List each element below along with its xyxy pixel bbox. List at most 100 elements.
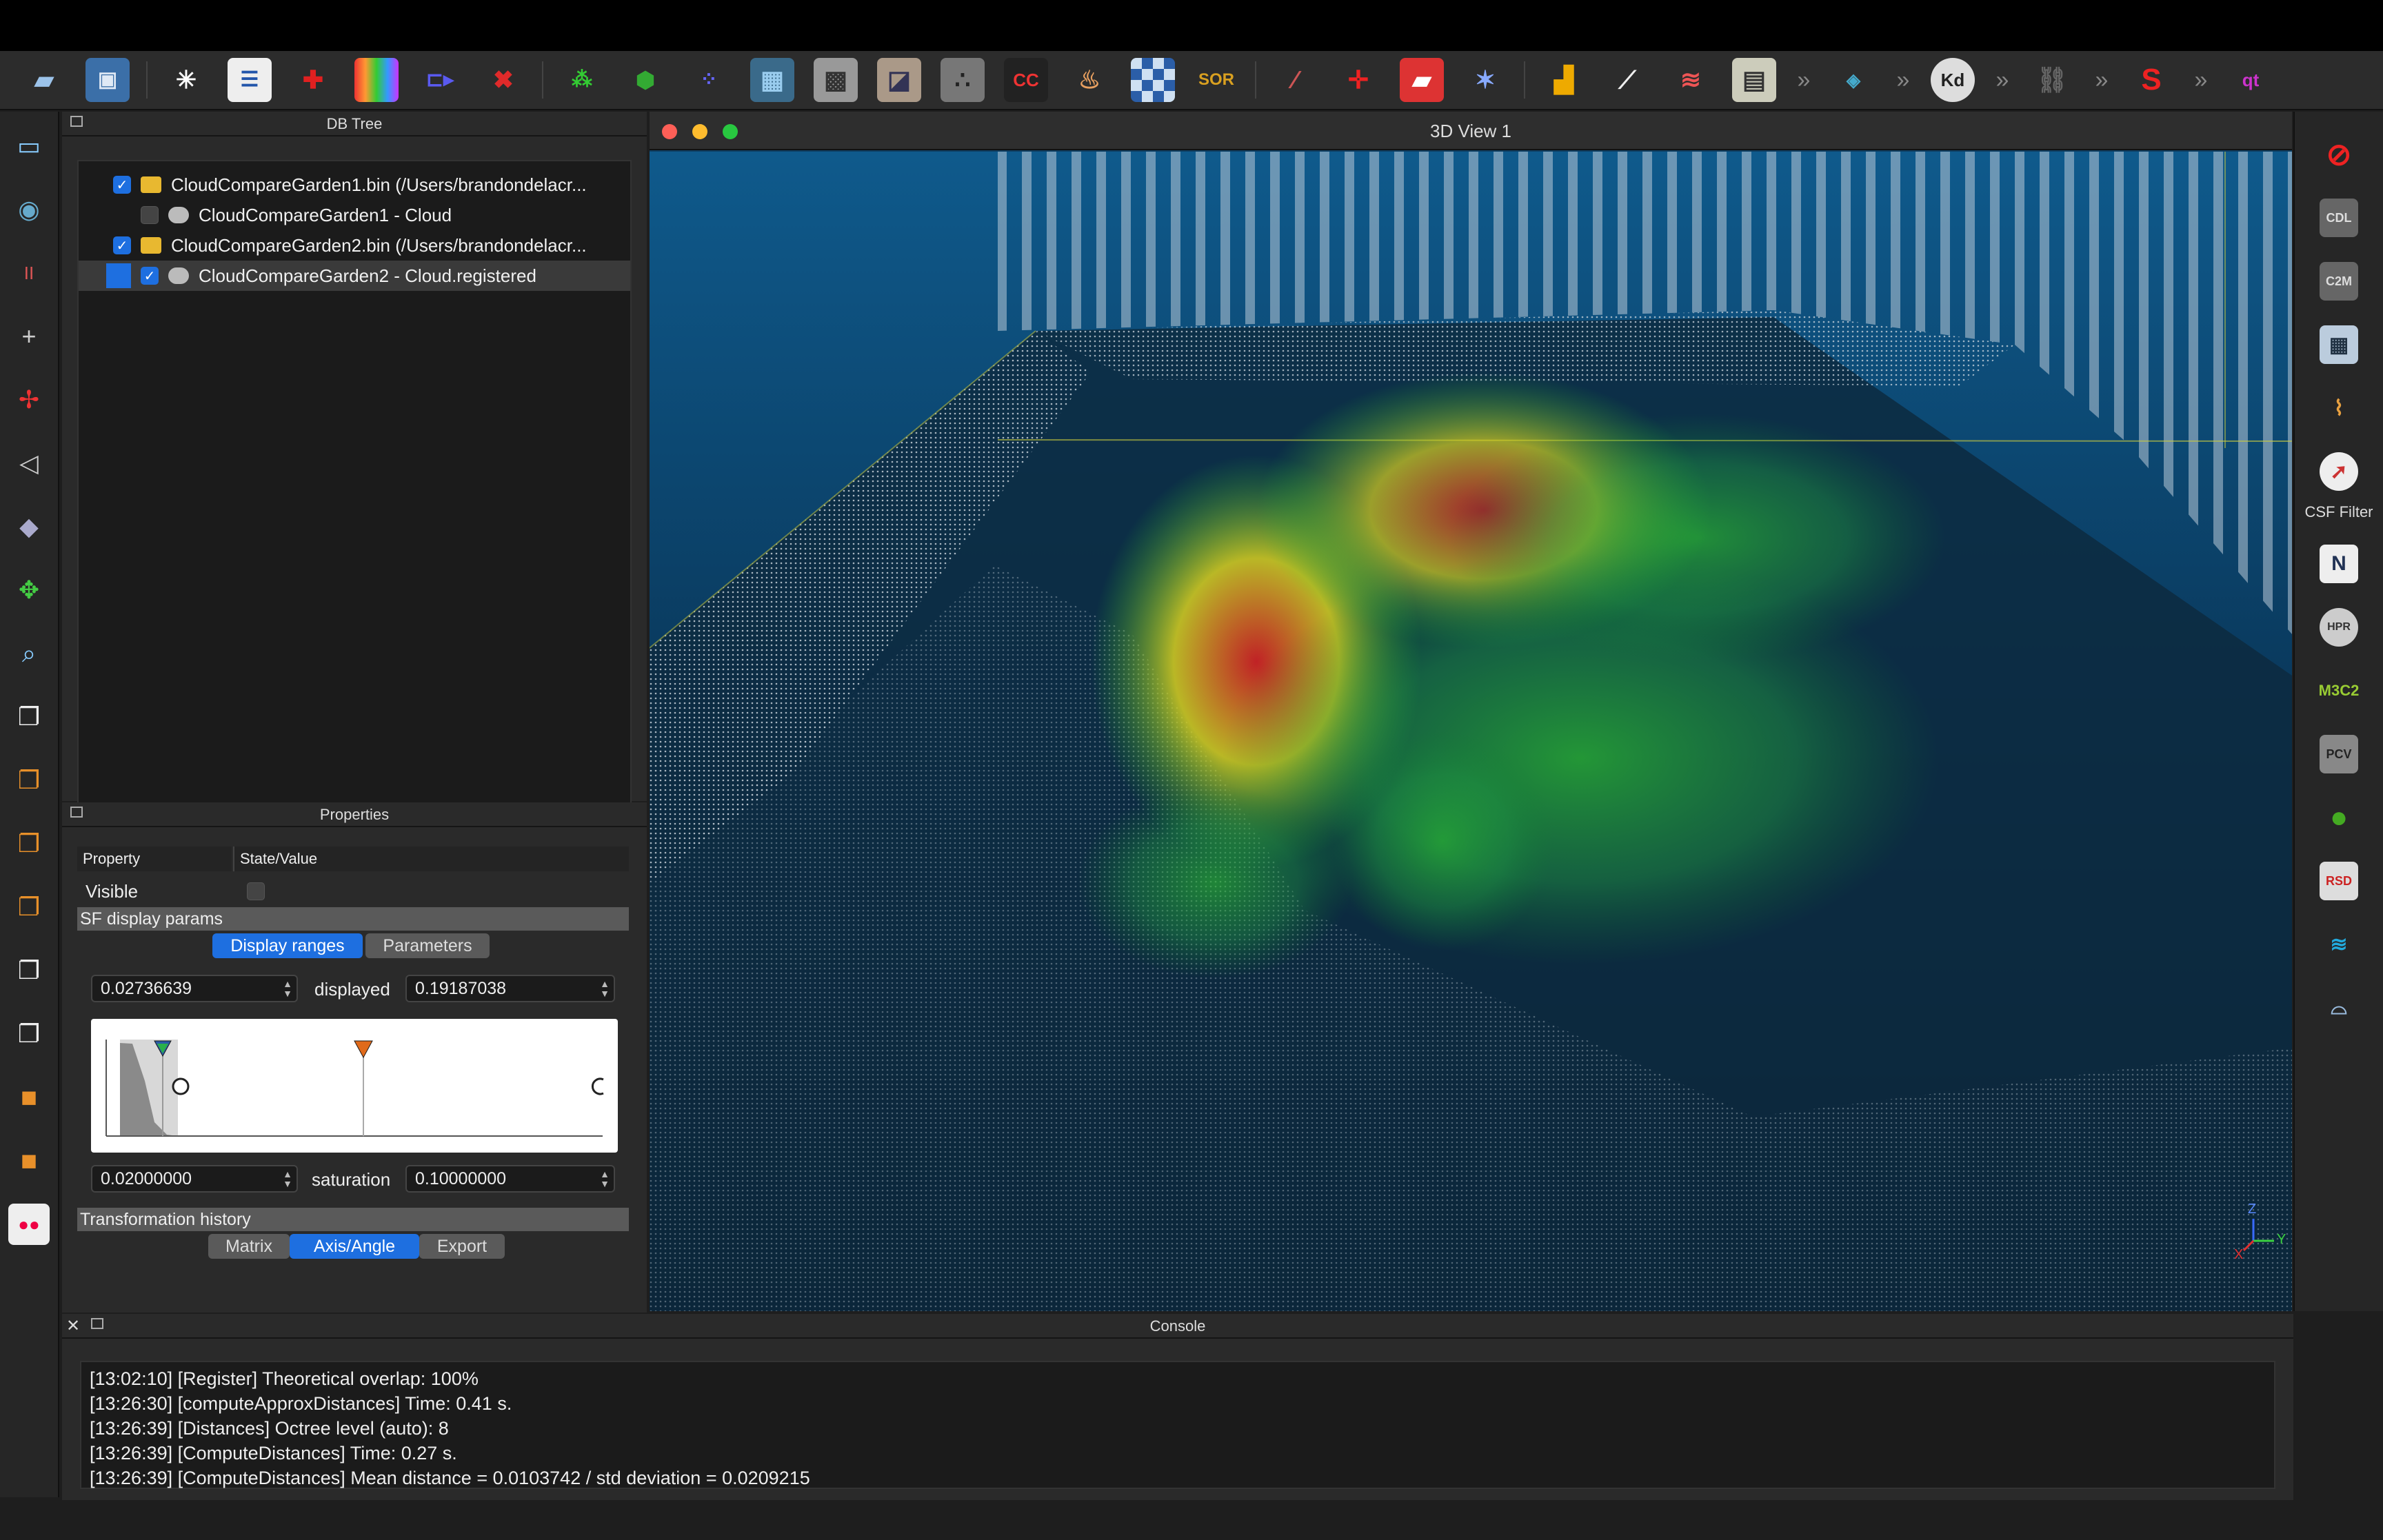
merge-icon[interactable]: ⁂	[560, 58, 604, 102]
point-size-icon[interactable]: II	[8, 252, 50, 294]
view-top-icon[interactable]: ❐	[8, 696, 50, 738]
cross-icon[interactable]: +	[8, 316, 50, 357]
star-icon[interactable]: ✶	[1463, 58, 1507, 102]
tree-item-garden2-cloud-registered[interactable]: ✓ CloudCompareGarden2 - Cloud.registered	[79, 261, 630, 291]
kd-icon[interactable]: Kd	[1931, 58, 1975, 102]
c2m-icon[interactable]: C2M	[2320, 262, 2358, 301]
float-icon[interactable]	[70, 807, 83, 818]
texture-icon[interactable]: ◪	[877, 58, 921, 102]
stop-icon[interactable]: ⊘	[2320, 135, 2358, 174]
compass-icon[interactable]: ➚	[2320, 452, 2358, 491]
checker-icon[interactable]	[1131, 58, 1175, 102]
tab-parameters[interactable]: Parameters	[365, 933, 490, 958]
tree-item-garden1-cloud[interactable]: CloudCompareGarden1 - Cloud	[79, 200, 630, 230]
camera-icon[interactable]: ◉	[8, 189, 50, 230]
cc-icon[interactable]: CC	[1004, 58, 1048, 102]
pcv-icon[interactable]: PCV	[2320, 735, 2358, 773]
saturation-min-input[interactable]: 0.02000000 ▲ ▼	[91, 1165, 298, 1193]
view-bottom-icon[interactable]: ❐	[8, 760, 50, 801]
saturation-max-input[interactable]: 0.10000000 ▲ ▼	[405, 1165, 615, 1193]
maximize-window-icon[interactable]	[723, 124, 738, 139]
delete-icon[interactable]: ✖	[481, 58, 525, 102]
close-icon[interactable]: ✕	[66, 1314, 80, 1339]
view-right-icon[interactable]: ❐	[8, 886, 50, 928]
display-icon[interactable]: ▭	[8, 125, 50, 167]
zoom-icon[interactable]: ⌕	[8, 633, 50, 674]
sample-icon[interactable]: ⁘	[687, 58, 731, 102]
point-cloud-canvas[interactable]: Z Y X	[650, 152, 2292, 1311]
spin-arrows-icon[interactable]: ▲ ▼	[281, 979, 294, 998]
more-icon[interactable]: »	[1987, 67, 2018, 94]
mesh-icon[interactable]: ▦	[750, 58, 794, 102]
tree-item-garden1-file[interactable]: ✓ CloudCompareGarden1.bin (/Users/brando…	[79, 170, 630, 200]
box-icon[interactable]: ▰	[1400, 58, 1444, 102]
rgb-image-icon[interactable]	[354, 58, 399, 102]
view-iso2-icon[interactable]: ❐	[8, 1013, 50, 1055]
sf-histogram[interactable]	[91, 1019, 618, 1153]
stats-icon[interactable]: ≋	[1669, 58, 1713, 102]
tree-item-garden2-file[interactable]: ✓ CloudCompareGarden2.bin (/Users/brando…	[79, 230, 630, 261]
displayed-min-input[interactable]: 0.02736639 ▲ ▼	[91, 975, 298, 1002]
back-view-icon[interactable]: ■	[8, 1140, 50, 1182]
more-icon[interactable]: »	[1888, 67, 1918, 94]
tab-matrix[interactable]: Matrix	[208, 1234, 290, 1259]
visible-checkbox[interactable]	[247, 882, 265, 900]
subsample-icon[interactable]: ▩	[814, 58, 858, 102]
segment-icon[interactable]: ⬢	[623, 58, 667, 102]
more-icon[interactable]: »	[2087, 67, 2117, 94]
layers-icon[interactable]: ≋	[2320, 925, 2358, 964]
rsd-icon[interactable]: RSD	[2320, 862, 2358, 900]
view-iso1-icon[interactable]: ❐	[8, 950, 50, 991]
line-icon[interactable]: ⁄	[1273, 58, 1317, 102]
pivot-icon[interactable]: ✢	[8, 379, 50, 421]
saturation-min-handle[interactable]	[172, 1077, 190, 1095]
float-icon[interactable]	[70, 116, 83, 127]
qt-icon[interactable]: qt	[2229, 58, 2273, 102]
save-icon[interactable]: ▣	[86, 58, 130, 102]
open-folder-icon[interactable]: ▰	[22, 58, 66, 102]
cdl-icon[interactable]: CDL	[2320, 199, 2358, 237]
triangle-icon[interactable]: ◁	[8, 443, 50, 484]
more-icon[interactable]: »	[2186, 67, 2216, 94]
displayed-max-input[interactable]: 0.19187038 ▲ ▼	[405, 975, 615, 1002]
link-icon[interactable]: ⛓	[2030, 58, 2074, 102]
crosshair-icon[interactable]: ✛	[1336, 58, 1380, 102]
more-icon[interactable]: »	[1789, 67, 1819, 94]
tab-axis-angle[interactable]: Axis/Angle	[290, 1234, 419, 1259]
float-icon[interactable]	[91, 1318, 103, 1329]
tree-checkbox[interactable]	[141, 206, 159, 224]
canupo-icon[interactable]: ◈	[1831, 58, 1876, 102]
tree-checkbox[interactable]: ✓	[113, 236, 131, 254]
animation-icon[interactable]: ▦	[2320, 325, 2358, 364]
sphere-icon[interactable]: ●	[2320, 798, 2358, 837]
tree-checkbox[interactable]: ✓	[141, 267, 159, 285]
spin-arrows-icon[interactable]: ▲ ▼	[599, 979, 611, 998]
front-view-icon[interactable]: ■	[8, 1077, 50, 1118]
tab-display-ranges[interactable]: Display ranges	[212, 933, 363, 958]
list-icon[interactable]: ☰	[228, 58, 272, 102]
brush-icon[interactable]: ⌇	[2320, 389, 2358, 427]
sf-icon[interactable]: ⊏▸	[418, 58, 462, 102]
add-point-icon[interactable]: ✚	[291, 58, 335, 102]
cube-perspective-icon[interactable]: ◆	[8, 506, 50, 547]
sor-icon[interactable]: SOR	[1194, 58, 1238, 102]
close-window-icon[interactable]	[662, 124, 677, 139]
view-left-icon[interactable]: ❐	[8, 823, 50, 864]
graph-icon[interactable]: ⟋	[1605, 58, 1649, 102]
paint-icon[interactable]: ♨	[1067, 58, 1112, 102]
s-icon[interactable]: S	[2129, 58, 2173, 102]
hpr-icon[interactable]: HPR	[2320, 608, 2358, 647]
spin-arrows-icon[interactable]: ▲ ▼	[281, 1169, 294, 1188]
tree-checkbox[interactable]: ✓	[113, 176, 131, 194]
flickr-icon[interactable]: ●●	[8, 1204, 50, 1245]
m3c2-icon[interactable]: M3C2	[2319, 671, 2360, 710]
dome-icon[interactable]: ⌓	[2320, 989, 2358, 1027]
calc-icon[interactable]: ▤	[1732, 58, 1776, 102]
minimize-window-icon[interactable]	[692, 124, 707, 139]
move-icon[interactable]: ✥	[8, 569, 50, 611]
cursor-settings-icon[interactable]: ✳	[164, 58, 208, 102]
spin-arrows-icon[interactable]: ▲ ▼	[599, 1169, 611, 1188]
n-icon[interactable]: N	[2320, 545, 2358, 583]
noise-icon[interactable]: ∴	[941, 58, 985, 102]
tab-export[interactable]: Export	[419, 1234, 505, 1259]
